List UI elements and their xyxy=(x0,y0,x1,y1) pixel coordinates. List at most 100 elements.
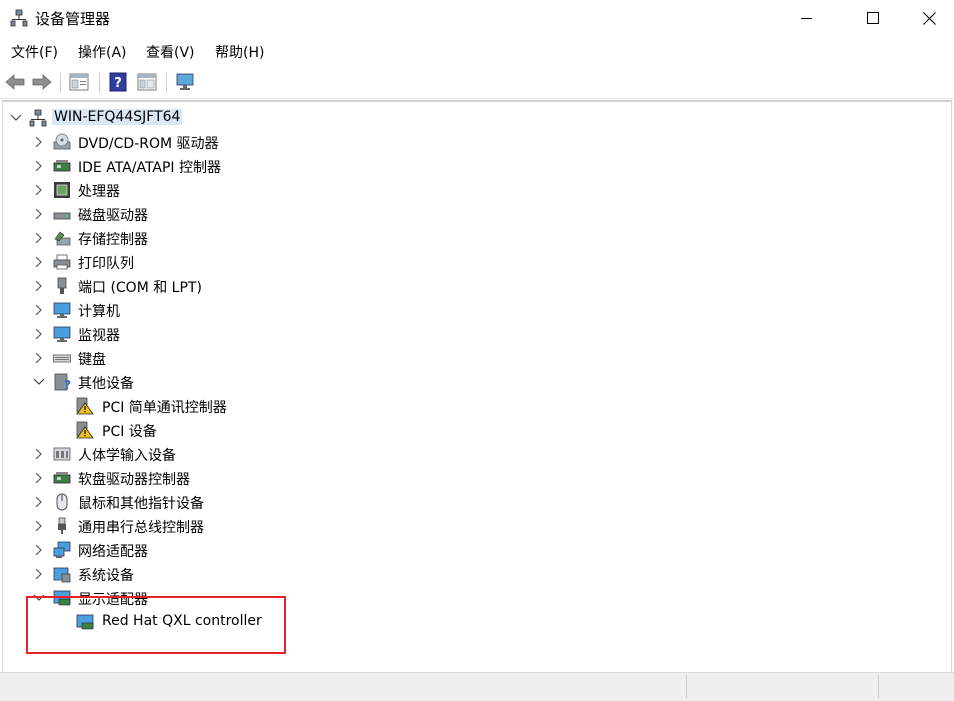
tree-item-label: 鼠标和其他指针设备 xyxy=(78,496,204,512)
processor-icon xyxy=(54,182,70,198)
computer-tree-icon xyxy=(29,109,47,127)
status-bar xyxy=(0,672,954,701)
monitor-icon xyxy=(53,326,71,342)
expand-toggle[interactable] xyxy=(32,158,46,174)
chevron-right-icon xyxy=(35,184,42,196)
chevron-right-icon xyxy=(35,328,42,340)
chevron-right-icon xyxy=(35,448,42,460)
menu-help[interactable]: 帮助(H) xyxy=(215,42,264,62)
tree-item-label: DVD/CD-ROM 驱动器 xyxy=(78,136,219,152)
highlight-box xyxy=(26,596,286,654)
tree-item-floppy[interactable]: 软盘驱动器控制器 xyxy=(3,466,703,490)
tree-item-label: 人体学输入设备 xyxy=(78,448,176,464)
expand-toggle[interactable] xyxy=(32,302,46,318)
tree-item-storage[interactable]: 存储控制器 xyxy=(3,226,703,250)
properties-button[interactable] xyxy=(68,71,90,93)
minimize-button[interactable] xyxy=(784,0,830,36)
svg-text:?: ? xyxy=(114,76,122,91)
tree-item-pci-comm[interactable]: PCI 简单通讯控制器 xyxy=(3,394,703,418)
tree-item-print-queue[interactable]: 打印队列 xyxy=(3,250,703,274)
tree-item-label: 磁盘驱动器 xyxy=(78,208,148,224)
tree-item-label: 处理器 xyxy=(78,184,120,200)
tree-item-monitors[interactable]: 监视器 xyxy=(3,322,703,346)
expand-toggle[interactable] xyxy=(32,134,46,150)
svg-text:?: ? xyxy=(64,378,71,391)
chevron-right-icon xyxy=(35,520,42,532)
chevron-right-icon xyxy=(35,304,42,316)
tree-item-label: IDE ATA/ATAPI 控制器 xyxy=(78,160,222,176)
menu-view[interactable]: 查看(V) xyxy=(146,42,195,62)
back-button[interactable] xyxy=(4,71,26,93)
chevron-right-icon xyxy=(35,496,42,508)
usb-icon xyxy=(58,517,66,534)
tree-item-label: 计算机 xyxy=(78,304,120,320)
expand-toggle[interactable] xyxy=(32,326,46,342)
expand-toggle[interactable] xyxy=(32,470,46,486)
forward-button[interactable] xyxy=(31,71,53,93)
port-icon xyxy=(57,277,67,294)
system-device-icon xyxy=(53,567,71,583)
menu-action[interactable]: 操作(A) xyxy=(78,42,127,62)
tree-item-usb[interactable]: 通用串行总线控制器 xyxy=(3,514,703,538)
expand-toggle[interactable] xyxy=(32,494,46,510)
tree-item-ide[interactable]: IDE ATA/ATAPI 控制器 xyxy=(3,154,703,178)
tree-root[interactable]: WIN-EFQ44SJFT64 xyxy=(3,106,703,130)
network-adapter-icon xyxy=(53,541,71,558)
storage-controller-icon xyxy=(54,231,71,246)
tree-item-keyboard[interactable]: 键盘 xyxy=(3,346,703,370)
toolbar-separator xyxy=(99,73,100,93)
expand-toggle[interactable] xyxy=(32,278,46,294)
menu-file[interactable]: 文件(F) xyxy=(11,42,58,62)
chevron-right-icon xyxy=(35,568,42,580)
tree-item-dvd[interactable]: DVD/CD-ROM 驱动器 xyxy=(3,130,703,154)
tree-item-ports[interactable]: 端口 (COM 和 LPT) xyxy=(3,274,703,298)
tree-item-label: 存储控制器 xyxy=(78,232,148,248)
tree-item-label: 软盘驱动器控制器 xyxy=(78,472,190,488)
toolbar: ? xyxy=(0,66,954,99)
device-manager-icon xyxy=(10,9,28,27)
expand-toggle[interactable] xyxy=(32,566,46,582)
maximize-button[interactable] xyxy=(850,0,896,36)
help-icon: ? xyxy=(109,72,127,92)
chevron-right-icon xyxy=(35,136,42,148)
help-button[interactable]: ? xyxy=(107,71,129,93)
view-button[interactable] xyxy=(136,71,158,93)
device-tree[interactable]: WIN-EFQ44SJFT64 DVD/CD-ROM 驱动器 IDE ATA/A… xyxy=(2,100,952,673)
tree-item-mouse[interactable]: 鼠标和其他指针设备 xyxy=(3,490,703,514)
tree-item-network[interactable]: 网络适配器 xyxy=(3,538,703,562)
tree-item-other-devices[interactable]: ? 其他设备 xyxy=(3,370,703,394)
chevron-right-icon xyxy=(35,232,42,244)
maximize-icon xyxy=(867,12,879,24)
expand-toggle[interactable] xyxy=(32,518,46,534)
expand-toggle[interactable] xyxy=(32,206,46,222)
computer-icon xyxy=(53,302,71,318)
tree-item-pci-device[interactable]: PCI 设备 xyxy=(3,418,703,442)
tree-item-label: 键盘 xyxy=(78,352,106,368)
expand-toggle[interactable] xyxy=(32,230,46,246)
tree-item-processor[interactable]: 处理器 xyxy=(3,178,703,202)
toolbar-separator xyxy=(166,73,167,93)
tree-item-system[interactable]: 系统设备 xyxy=(3,562,703,586)
expand-toggle[interactable] xyxy=(9,110,23,126)
tree-item-computer[interactable]: 计算机 xyxy=(3,298,703,322)
expand-toggle[interactable] xyxy=(32,374,46,390)
expand-toggle[interactable] xyxy=(32,446,46,462)
hid-icon xyxy=(53,447,71,461)
scan-hardware-button[interactable] xyxy=(174,71,196,93)
tree-item-label: 系统设备 xyxy=(78,568,134,584)
warning-device-icon xyxy=(76,421,94,439)
tree-item-hid[interactable]: 人体学输入设备 xyxy=(3,442,703,466)
close-button[interactable] xyxy=(906,0,952,36)
chevron-right-icon xyxy=(35,160,42,172)
expand-toggle[interactable] xyxy=(32,542,46,558)
status-divider xyxy=(878,675,879,699)
chevron-down-icon xyxy=(33,378,45,385)
view-icon xyxy=(137,73,157,91)
mouse-icon xyxy=(56,493,68,511)
tree-item-disk[interactable]: 磁盘驱动器 xyxy=(3,202,703,226)
expand-toggle[interactable] xyxy=(32,350,46,366)
tree-item-label: 打印队列 xyxy=(78,256,134,272)
expand-toggle[interactable] xyxy=(32,254,46,270)
other-devices-icon: ? xyxy=(54,373,71,391)
expand-toggle[interactable] xyxy=(32,182,46,198)
